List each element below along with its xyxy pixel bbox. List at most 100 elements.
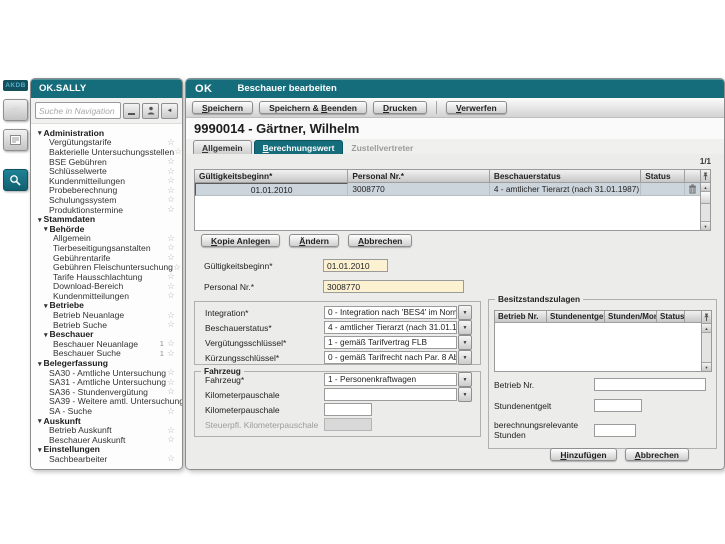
nav-item[interactable]: SA39 - Weitere amtl. Untersuchung bbox=[31, 397, 182, 407]
nav-item[interactable]: Kundenmitteilungen bbox=[31, 176, 182, 186]
nav-item[interactable]: Kundenmitteilungen bbox=[31, 291, 182, 301]
favorite-star-icon[interactable] bbox=[167, 406, 175, 417]
cell-status[interactable] bbox=[641, 183, 685, 196]
nav-item[interactable]: Beschauer Neuanlage1 bbox=[31, 339, 182, 349]
cell-personal-nr[interactable]: 3008770 bbox=[348, 183, 489, 196]
column-header[interactable]: Beschauerstatus bbox=[490, 170, 641, 183]
abbrechen-button[interactable]: Abbrechen bbox=[625, 448, 689, 461]
gueltigkeitsbeginn-input[interactable] bbox=[323, 259, 388, 272]
nav-item[interactable]: Gebührentarife bbox=[31, 253, 182, 263]
beschauerstatus-select[interactable]: 4 - amtlicher Tierarzt (nach 31.01.1987) bbox=[324, 321, 457, 334]
nav-item[interactable]: SA30 - Amtliche Untersuchung bbox=[31, 368, 182, 378]
nav-item[interactable]: Tarife Hausschlachtung bbox=[31, 272, 182, 282]
cell-beschauerstatus[interactable]: 4 - amtlicher Tierarzt (nach 31.01.1987) bbox=[490, 183, 641, 196]
nav-item[interactable]: Betrieb Auskunft bbox=[31, 425, 182, 435]
nav-item[interactable]: Betrieb Neuanlage bbox=[31, 310, 182, 320]
dropdown-button[interactable]: ▼ bbox=[458, 372, 472, 387]
dropdown-button[interactable]: ▼ bbox=[458, 350, 472, 365]
scroll-up-button[interactable]: ▲ bbox=[702, 324, 711, 333]
favorite-star-icon[interactable] bbox=[167, 290, 175, 301]
scroll-down-button[interactable]: ▼ bbox=[702, 362, 711, 371]
nav-item[interactable]: SA36 - Stundenvergütung bbox=[31, 387, 182, 397]
scrollbar-thumb[interactable] bbox=[701, 192, 710, 204]
nav-item[interactable]: SA31 - Amtliche Untersuchung bbox=[31, 377, 182, 387]
betrieb-nr-input[interactable] bbox=[594, 378, 706, 391]
kilometerpauschale-input[interactable] bbox=[324, 403, 372, 416]
personal-nr-input[interactable] bbox=[323, 280, 464, 293]
scroll-down-button[interactable]: ▼ bbox=[701, 221, 710, 230]
nav-item[interactable]: Betrieb Suche bbox=[31, 320, 182, 330]
column-header[interactable]: Gültigkeitsbeginn* bbox=[195, 170, 348, 183]
pin-column-button[interactable] bbox=[702, 311, 711, 324]
abbrechen-button[interactable]: Abbrechen bbox=[348, 234, 412, 247]
verguetungsschluessel-select[interactable]: 1 - gemäß Tarifvertrag FLB bbox=[324, 336, 457, 349]
column-header[interactable]: Status bbox=[657, 311, 685, 323]
user-button[interactable] bbox=[142, 103, 159, 119]
nav-item[interactable]: Beschauer Auskunft bbox=[31, 435, 182, 445]
table-row-selected[interactable]: 01.01.2010 3008770 4 - amtlicher Tierarz… bbox=[195, 183, 700, 196]
delete-row-button[interactable] bbox=[685, 183, 700, 196]
app-search-button[interactable] bbox=[3, 169, 28, 191]
scroll-up-button[interactable]: ▲ bbox=[701, 183, 710, 192]
cell-gueltigkeitsbeginn[interactable]: 01.01.2010 bbox=[195, 183, 348, 196]
navigation-search-input[interactable] bbox=[35, 102, 121, 119]
nav-item[interactable]: SA - Suche bbox=[31, 406, 182, 416]
nav-group-betriebe[interactable]: Betriebe bbox=[31, 301, 182, 311]
collapse-panel-button[interactable]: ◄ bbox=[161, 103, 178, 119]
nav-group-einstellungen[interactable]: Einstellungen bbox=[31, 445, 182, 455]
favorite-star-icon[interactable] bbox=[174, 146, 182, 157]
favorite-star-icon[interactable] bbox=[167, 319, 175, 330]
dropdown-button[interactable]: ▼ bbox=[458, 320, 472, 335]
nav-item[interactable]: Allgemein bbox=[31, 234, 182, 244]
nav-group-behoerde[interactable]: Behörde bbox=[31, 224, 182, 234]
nav-item[interactable]: Gebühren Fleischuntersuchung bbox=[31, 262, 182, 272]
favorite-star-icon[interactable] bbox=[167, 348, 175, 359]
nav-item[interactable]: Vergütungstarife bbox=[31, 138, 182, 148]
aendern-button[interactable]: Ändern bbox=[289, 234, 339, 247]
column-header[interactable]: Stundenentgelt bbox=[547, 311, 605, 323]
nav-group-belegerfassung[interactable]: Belegerfassung bbox=[31, 358, 182, 368]
verwerfen-button[interactable]: Verwerfen bbox=[446, 101, 507, 114]
nav-group-administration[interactable]: Administration bbox=[31, 128, 182, 138]
nav-item[interactable]: Produktionstermine bbox=[31, 205, 182, 215]
column-header[interactable]: Stunden/Monat bbox=[605, 311, 657, 323]
pin-column-button[interactable] bbox=[701, 170, 710, 183]
speichern-beenden-button[interactable]: Speichern & Beenden bbox=[259, 101, 367, 114]
column-header[interactable]: Betrieb Nr. bbox=[495, 311, 547, 323]
drucken-button[interactable]: Drucken bbox=[373, 101, 427, 114]
favorite-star-icon[interactable] bbox=[167, 434, 175, 445]
favorite-star-icon[interactable] bbox=[167, 453, 175, 464]
minimize-button[interactable] bbox=[123, 103, 140, 119]
dropdown-button[interactable]: ▼ bbox=[458, 305, 472, 320]
fahrzeug-select[interactable]: 1 - Personenkraftwagen bbox=[324, 373, 457, 386]
nav-item[interactable]: Sachbearbeiter bbox=[31, 454, 182, 464]
favorite-star-icon[interactable] bbox=[167, 204, 175, 215]
kilometerpauschale-select[interactable] bbox=[324, 388, 457, 401]
hinzufuegen-button[interactable]: Hinzufügen bbox=[550, 448, 616, 461]
nav-group-auskunft[interactable]: Auskunft bbox=[31, 416, 182, 426]
forms-button[interactable] bbox=[3, 129, 28, 151]
nav-item[interactable]: BSE Gebühren bbox=[31, 157, 182, 167]
nav-item[interactable]: Schulungssystem bbox=[31, 195, 182, 205]
speichern-button[interactable]: Speichern bbox=[192, 101, 253, 114]
dropdown-button[interactable]: ▼ bbox=[458, 387, 472, 402]
scrollbar-track[interactable] bbox=[701, 204, 710, 221]
column-header[interactable]: Personal Nr.* bbox=[348, 170, 489, 183]
dropdown-button[interactable]: ▼ bbox=[458, 335, 472, 350]
nav-item[interactable]: Schlüsselwerte bbox=[31, 166, 182, 176]
column-header[interactable]: Status bbox=[641, 170, 685, 183]
integration-select[interactable]: 0 - Integration nach 'BES4' im Normalfal… bbox=[324, 306, 457, 319]
nav-item[interactable]: Bakterielle Untersuchungsstellen bbox=[31, 147, 182, 157]
nav-group-beschauer[interactable]: Beschauer bbox=[31, 329, 182, 339]
kuerzungsschluessel-select[interactable]: 0 - gemäß Tarifrecht nach Par. 8 Abs. 7 … bbox=[324, 351, 457, 364]
tab-berechnungswert[interactable]: Berechnungswert bbox=[254, 140, 344, 155]
nav-item[interactable]: Beschauer Suche1 bbox=[31, 349, 182, 359]
nav-item[interactable]: Tierbeseitigungsanstalten bbox=[31, 243, 182, 253]
nav-item[interactable]: Download-Bereich bbox=[31, 282, 182, 292]
favorites-button[interactable]: ☆ bbox=[3, 99, 28, 121]
nav-item[interactable]: Probeberechnung bbox=[31, 186, 182, 196]
kopie-anlegen-button[interactable]: Kopie Anlegen bbox=[201, 234, 280, 247]
nav-group-stammdaten[interactable]: Stammdaten bbox=[31, 214, 182, 224]
tab-allgemein[interactable]: Allgemein bbox=[193, 140, 252, 155]
berechnungsrelevante-stunden-input[interactable] bbox=[594, 424, 636, 437]
